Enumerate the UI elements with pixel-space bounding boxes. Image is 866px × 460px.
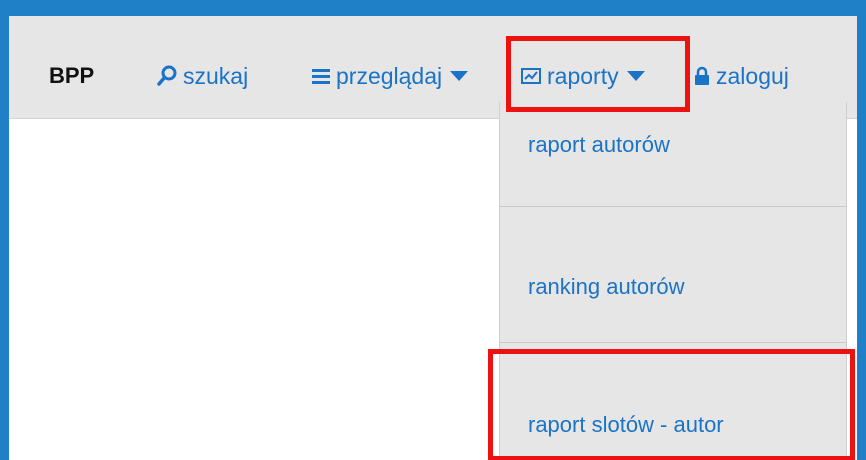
- brand-link[interactable]: BPP: [49, 56, 94, 96]
- nav-reports-label: raporty: [547, 62, 619, 89]
- menu-item-author-report[interactable]: raport autorów: [500, 132, 846, 158]
- lock-icon: [694, 66, 710, 86]
- reports-dropdown-menu: raport autorów ranking autorów raport sl…: [499, 102, 847, 460]
- menu-item-label: raport autorów: [528, 132, 670, 157]
- nav-login-label: zaloguj: [716, 62, 789, 89]
- menu-divider: [500, 342, 846, 343]
- menu-item-label: ranking autorów: [528, 274, 685, 299]
- caret-down-icon: [626, 71, 645, 81]
- nav-search-link[interactable]: szukaj: [157, 56, 248, 96]
- brand-label: BPP: [49, 63, 95, 88]
- search-icon: [157, 65, 177, 87]
- menu-item-label: raport slotów - autor: [528, 412, 724, 437]
- menu-divider: [500, 206, 846, 207]
- nav-login-link[interactable]: zaloguj: [694, 56, 789, 96]
- menu-item-author-ranking[interactable]: ranking autorów: [500, 274, 846, 300]
- nav-browse-label: przeglądaj: [336, 62, 443, 89]
- nav-browse-dropdown[interactable]: przeglądaj: [312, 56, 469, 96]
- nav-search-label: szukaj: [183, 62, 249, 89]
- menu-item-slots-author-report[interactable]: raport slotów - autor: [500, 412, 846, 438]
- list-icon: [312, 67, 330, 85]
- caret-down-icon: [450, 71, 469, 81]
- nav-reports-dropdown[interactable]: raporty: [521, 56, 645, 96]
- chart-icon: [521, 68, 541, 84]
- app-frame: BPP szukaj przeglądaj raporty zaloguj ra…: [0, 0, 866, 460]
